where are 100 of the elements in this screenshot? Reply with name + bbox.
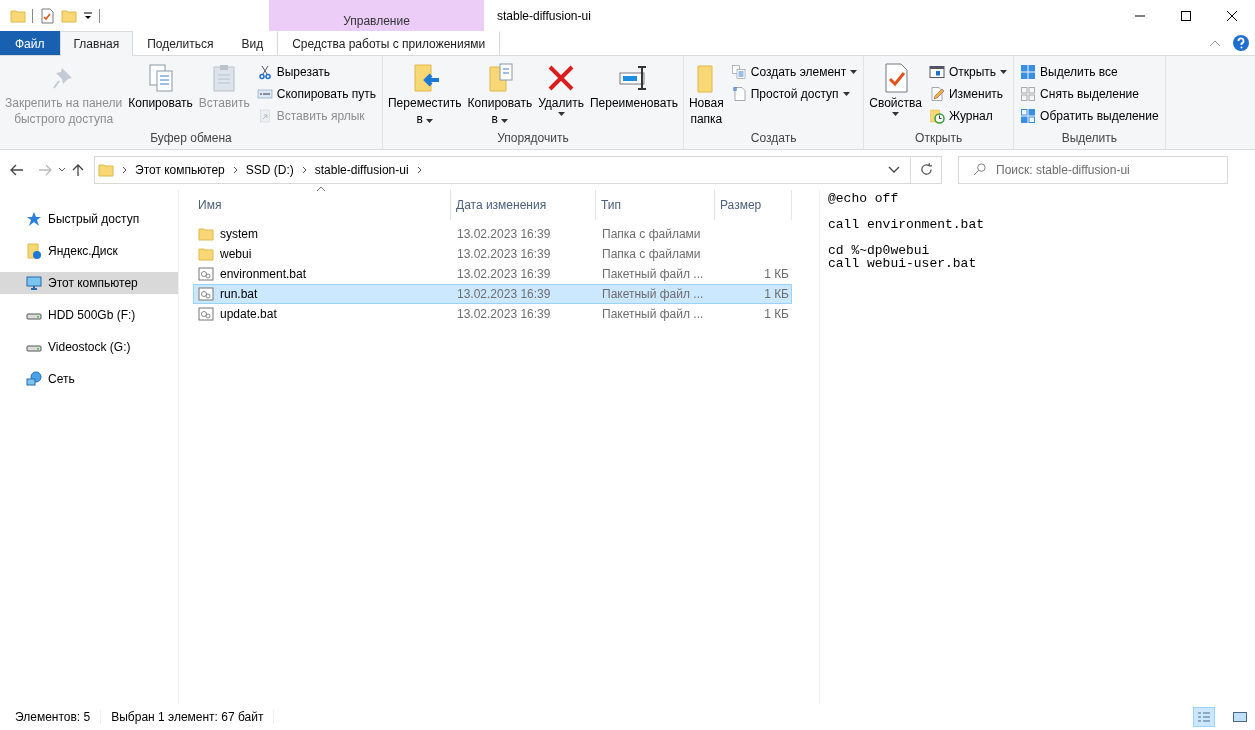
ribbon-group-label: Открыть: [914, 131, 964, 147]
ribbon-button[interactable]: Вырезать: [253, 62, 379, 82]
history-caret-icon[interactable]: [58, 166, 66, 173]
ribbon-group-label: Создать: [749, 131, 798, 147]
size-cell: 1 КБ: [764, 267, 789, 281]
batch-file-icon: [198, 306, 214, 322]
ribbon-button[interactable]: Простой доступ: [727, 84, 861, 104]
ribbon-button[interactable]: Открыть: [925, 62, 1011, 82]
size-cell: 1 КБ: [764, 287, 789, 301]
folder-icon: [198, 226, 214, 242]
ribbon-tab[interactable]: Поделиться: [133, 31, 228, 55]
ribbon-button[interactable]: Переименовать: [587, 58, 680, 131]
scissors-icon: [256, 64, 273, 80]
type-cell: Папка с файлами: [602, 247, 701, 261]
ribbon-button[interactable]: Копировать в: [465, 58, 535, 131]
ribbon-button[interactable]: Переместить в: [386, 58, 464, 131]
up-arrow-icon[interactable]: [72, 162, 84, 177]
chevron-icon: [416, 165, 422, 174]
nav-item[interactable]: HDD 500Gb (F:): [0, 304, 178, 326]
path-icon: [256, 86, 273, 102]
item-count: Элементов: 5: [15, 709, 91, 724]
search-field[interactable]: Поиск: stable-diffusion-ui: [958, 155, 1228, 184]
chevron-icon: [122, 165, 127, 174]
ribbon-tab[interactable]: Средства работы с приложениями: [277, 31, 501, 55]
ribbon-button[interactable]: Изменить: [925, 84, 1011, 104]
help-icon[interactable]: [1233, 35, 1249, 51]
date-cell: 13.02.2023 16:39: [457, 227, 551, 241]
file-row[interactable]: environment.bat 13.02.2023 16:39 Пакетный файл ... 1 КБ: [193, 264, 792, 284]
open-window-icon: [928, 64, 945, 80]
search-icon: [973, 163, 986, 176]
dropdown-caret-icon[interactable]: [888, 165, 900, 174]
file-name: environment.bat: [220, 267, 307, 281]
details-list-icon: [1197, 710, 1211, 723]
batch-file-icon: [198, 266, 214, 282]
context-tab-header: Управление: [269, 0, 484, 31]
picture-icon: [1233, 710, 1247, 723]
column-header[interactable]: Тип: [596, 190, 715, 220]
ribbon-button[interactable]: Создать элемент: [727, 62, 861, 82]
ribbon-button[interactable]: Скопировать путь: [253, 84, 379, 104]
new-item-icon: [730, 64, 747, 80]
ribbon-tab[interactable]: Главная: [59, 31, 134, 56]
selection-info: Выбран 1 элемент: 67 байт: [111, 709, 264, 724]
ribbon-button[interactable]: Копировать: [126, 58, 195, 131]
ribbon-group-label: Упорядочить: [496, 131, 570, 147]
easy-access-icon: [730, 86, 747, 102]
file-row[interactable]: update.bat 13.02.2023 16:39 Пакетный файл ... 1 КБ: [193, 304, 792, 324]
column-header[interactable]: Размер: [715, 190, 792, 220]
file-row[interactable]: system 13.02.2023 16:39 Папка с файлами: [193, 224, 792, 244]
nav-item[interactable]: Яндекс.Диск: [0, 240, 178, 262]
file-name: system: [220, 227, 258, 241]
refresh-icon: [919, 163, 933, 176]
date-cell: 13.02.2023 16:39: [457, 247, 551, 261]
type-cell: Пакетный файл ...: [602, 307, 704, 321]
file-row[interactable]: webui 13.02.2023 16:39 Папка с файлами: [193, 244, 792, 264]
breadcrumb[interactable]: Этот компьютер: [135, 162, 225, 177]
ribbon-tab[interactable]: Вид: [227, 31, 278, 55]
breadcrumb[interactable]: stable-diffusion-ui: [314, 162, 409, 177]
back-arrow-icon[interactable]: [10, 163, 24, 176]
file-name: webui: [220, 247, 252, 261]
select-none-icon: [1020, 86, 1037, 102]
file-row[interactable]: run.bat 13.02.2023 16:39 Пакетный файл ... 1 КБ: [193, 284, 792, 304]
size-cell: 1 КБ: [764, 307, 789, 321]
sort-caret-icon: [316, 186, 326, 192]
nav-item[interactable]: Videostock (G:): [0, 336, 178, 358]
column-header[interactable]: Имя: [193, 190, 451, 220]
invert-selection-icon: [1020, 108, 1037, 124]
ribbon-button[interactable]: Свойства: [867, 58, 924, 131]
folder-icon: [98, 161, 114, 178]
nav-item[interactable]: Быстрый доступ: [0, 208, 178, 230]
breadcrumb[interactable]: SSD (D:): [245, 162, 294, 177]
ribbon-button[interactable]: Снять выделение: [1017, 84, 1162, 104]
star-icon: [26, 211, 42, 227]
address-bar[interactable]: Этот компьютер SSD (D:) stable-diffusion-ui: [94, 155, 942, 184]
ribbon-button[interactable]: Журнал: [925, 106, 1011, 126]
date-cell: 13.02.2023 16:39: [457, 287, 551, 301]
customize-caret-icon: [83, 10, 93, 21]
ribbon-button[interactable]: Новая папка: [686, 58, 726, 131]
file-preview-text: @echo off call environment.bat cd %~dp0webui call webui-user.bat: [828, 192, 986, 270]
history-icon: [928, 108, 945, 124]
file-name: update.bat: [220, 307, 277, 321]
computer-icon: [26, 275, 42, 291]
edit-pencil-icon: [928, 86, 945, 102]
type-cell: Пакетный файл ...: [602, 267, 704, 281]
nav-item[interactable]: Сеть: [0, 368, 178, 390]
date-cell: 13.02.2023 16:39: [457, 267, 551, 281]
select-all-icon: [1020, 64, 1037, 80]
collapse-ribbon-icon[interactable]: [1209, 39, 1221, 47]
ribbon-button[interactable]: Обратить выделение: [1017, 106, 1162, 126]
ribbon-group-label: Выделить: [1060, 131, 1119, 147]
ribbon-button[interactable]: Выделить все: [1017, 62, 1162, 82]
column-header[interactable]: Дата изменения: [451, 190, 596, 220]
chevron-icon: [301, 165, 307, 174]
new-folder-icon: [61, 7, 77, 24]
network-icon: [26, 371, 42, 387]
nav-item[interactable]: Этот компьютер: [0, 272, 178, 294]
ribbon-button[interactable]: Удалить: [536, 58, 586, 131]
ribbon-tab[interactable]: Файл: [0, 31, 60, 55]
cloud-folder-icon: [26, 243, 42, 259]
close-icon: [1227, 10, 1237, 21]
chevron-icon: [232, 165, 238, 174]
